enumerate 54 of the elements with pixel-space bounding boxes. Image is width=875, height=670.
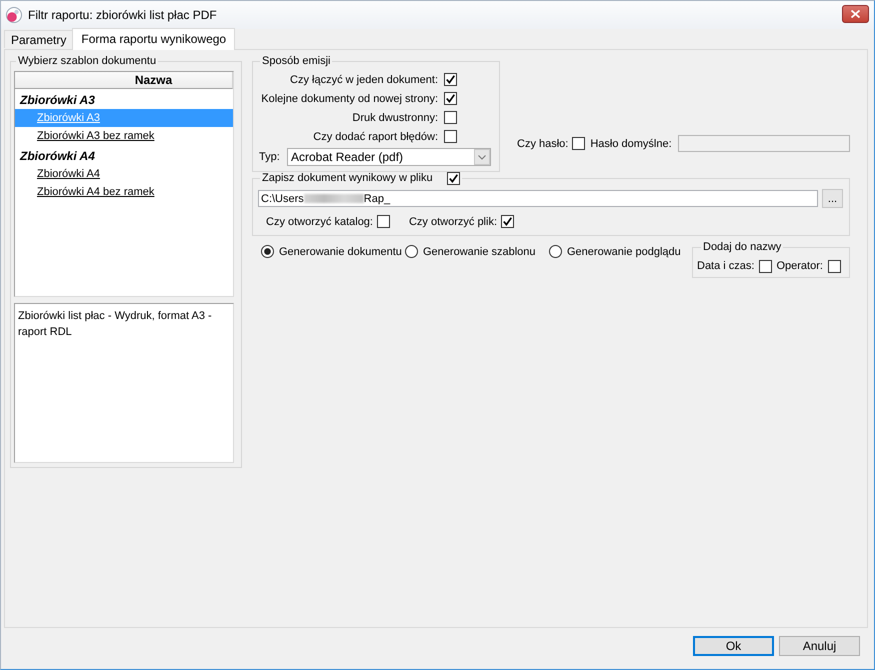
option-checkbox[interactable] (444, 73, 457, 86)
column-header: Nazwa (15, 72, 233, 89)
radio-button[interactable] (405, 245, 418, 258)
file-path-field[interactable]: C:\Users Rap_ (258, 190, 818, 207)
option-checkbox[interactable] (376, 215, 390, 228)
option-checkbox[interactable] (501, 215, 514, 228)
template-group-item[interactable]: Zbiorówki A3 (15, 91, 233, 109)
radio-button[interactable] (549, 245, 562, 258)
radio-label: Generowanie szablonu (423, 246, 536, 258)
option-label: Czy dodać raport błędów: (313, 130, 438, 142)
option-label: Operator: (776, 260, 823, 272)
group-title: Sposób emisji (261, 55, 332, 68)
dialog-button[interactable]: Ok (693, 636, 774, 656)
type-dropdown[interactable]: Acrobat Reader (pdf) (287, 148, 491, 166)
option-label: Czy otworzyć katalog: (266, 216, 373, 228)
option-label: Czy łączyć w jeden dokument: (290, 74, 438, 86)
option-checkbox[interactable] (828, 260, 841, 272)
template-item[interactable]: Zbiorówki A4 bez ramek (15, 183, 233, 201)
app-icon (6, 7, 22, 23)
check-icon (446, 75, 455, 84)
template-description: Zbiorówki list płac - Wydruk, format A3 - raport RDL (14, 303, 234, 463)
chevron-down-icon (474, 149, 490, 165)
radio-label: Generowanie podglądu (567, 246, 681, 258)
password-label: Czy hasło: (517, 138, 568, 150)
group-title: Dodaj do nazwy (702, 241, 782, 254)
option-checkbox[interactable] (444, 111, 457, 124)
group-title: Wybierz szablon dokumentu (17, 55, 158, 68)
close-button[interactable] (842, 5, 869, 23)
tab[interactable]: Parametry (4, 30, 74, 48)
option-label: Kolejne dokumenty od nowej strony: (261, 92, 438, 104)
template-item[interactable]: Zbiorówki A3 bez ramek (15, 127, 233, 145)
radio-button[interactable] (261, 245, 274, 258)
check-icon (503, 217, 512, 226)
option-label: Data i czas: (697, 260, 754, 272)
default-password-label: Hasło domyślne: (590, 138, 672, 150)
template-item[interactable]: Zbiorówki A4 (15, 165, 233, 183)
group-title: Zapisz dokument wynikowy w pliku (262, 172, 433, 185)
window-title: Filtr raportu: zbiorówki list płac PDF (28, 8, 217, 22)
option-checkbox[interactable] (444, 92, 457, 105)
close-icon (851, 10, 860, 18)
type-label: Typ: (259, 151, 281, 163)
radio-label: Generowanie dokumentu (279, 246, 402, 258)
option-label: Czy otworzyć plik: (408, 216, 498, 228)
check-icon (448, 174, 458, 183)
check-icon (446, 94, 455, 103)
password-checkbox[interactable] (572, 137, 586, 150)
tab[interactable]: Forma raportu wynikowego (72, 28, 236, 50)
template-group-item[interactable]: Zbiorówki A4 (15, 147, 233, 165)
option-label: Druk dwustronny: (352, 112, 438, 124)
browse-button[interactable]: ... (822, 189, 843, 208)
option-checkbox[interactable] (759, 260, 772, 272)
save-file-checkbox[interactable] (446, 172, 460, 185)
dialog-button[interactable]: Anuluj (779, 636, 860, 656)
option-checkbox[interactable] (444, 130, 457, 143)
